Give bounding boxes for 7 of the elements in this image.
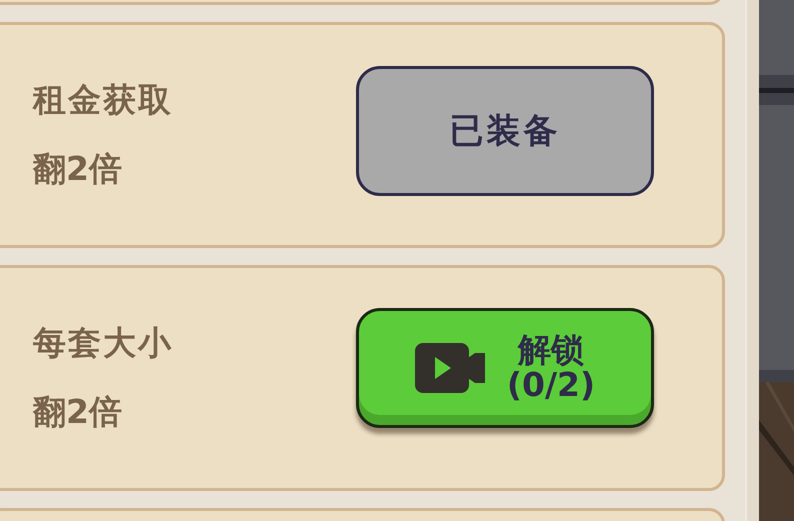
upgrade-effect: 翻2倍 bbox=[33, 391, 123, 433]
equipped-button[interactable]: 已装备 bbox=[356, 66, 654, 196]
upgrade-title: 租金获取 bbox=[33, 79, 174, 121]
upgrade-title: 每套大小 bbox=[33, 322, 174, 364]
upgrade-effect: 翻2倍 bbox=[33, 148, 123, 190]
video-camera-icon bbox=[414, 343, 485, 393]
unlock-button[interactable]: 解锁 (0/2) bbox=[356, 308, 654, 428]
